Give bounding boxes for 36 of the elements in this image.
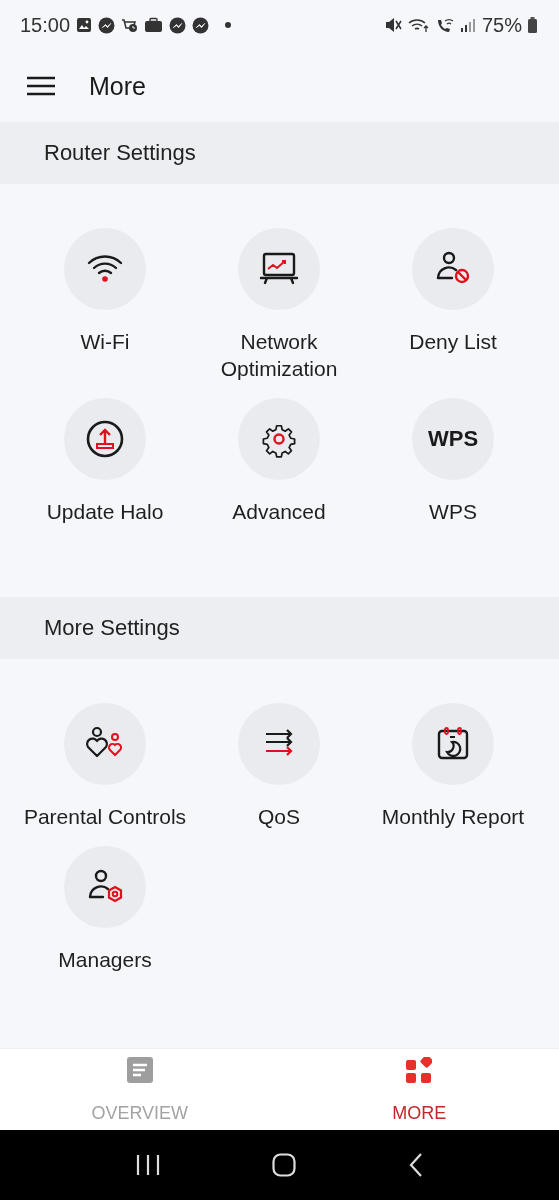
settings-item[interactable]: Monthly Report [366,703,540,830]
chat-icon [169,16,187,34]
settings-item[interactable]: Network Optimization [192,228,366,382]
section-header: Router Settings [0,122,559,184]
home-icon [272,1153,297,1177]
chat-icon [192,16,210,34]
status-time: 15:00 [20,13,71,37]
page-title: More [89,71,146,101]
battery-percent: 75% [481,13,522,37]
back-icon [408,1153,423,1177]
settings-item[interactable]: Wi-Fi [18,228,192,382]
settings-item[interactable]: Update Halo [18,398,192,525]
menu-icon [27,76,55,96]
settings-item[interactable]: WPS WPS [366,398,540,525]
battery-icon [528,17,537,33]
dot-icon [225,22,232,28]
wifi-signal-icon [407,17,430,33]
signal-icon [459,17,476,33]
settings-item[interactable]: Managers [18,846,192,973]
wifi-call-icon [435,17,454,33]
wps-icon: WPS [427,426,479,452]
settings-item[interactable]: QoS [192,703,366,830]
grid-icon [406,1057,433,1083]
briefcase-icon [144,17,164,33]
mute-icon [384,17,402,33]
document-icon [126,1057,153,1083]
settings-item[interactable]: Deny List [366,228,540,382]
recent-apps-icon [136,1155,161,1175]
menu-button[interactable] [27,76,55,96]
settings-item[interactable]: Parental Controls [18,703,192,830]
chat-icon [98,16,116,34]
section-header: More Settings [0,597,559,659]
cart-clock-icon [121,17,139,33]
nav-tab[interactable]: MORE [279,1049,559,1130]
settings-item[interactable]: Advanced [192,398,366,525]
image-icon [76,17,93,33]
